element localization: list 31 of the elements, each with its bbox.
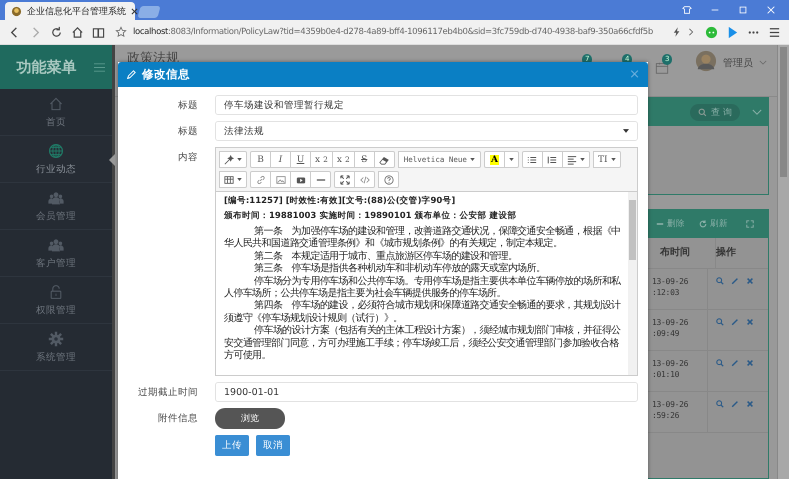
content-heading: [编号:11257] [时效性:有效][文号:(88)公(交管)字90号] <box>224 196 456 207</box>
date-field[interactable]: 1900-01-01 <box>215 382 638 402</box>
title-field[interactable]: 停车场建设和管理暂行规定 <box>215 95 638 115</box>
strikethrough-button[interactable]: S <box>354 151 375 168</box>
dialog-title: 修改信息 <box>142 67 190 82</box>
field-label: 标题 <box>177 98 198 112</box>
field-label: 内容 <box>177 151 198 164</box>
user-name[interactable]: 管理员 <box>723 56 753 70</box>
font-color-button[interactable]: A <box>484 151 505 168</box>
column-header: 操作 <box>716 246 737 260</box>
line-height-dropdown[interactable]: TI <box>592 151 620 168</box>
field-label: 过期截止时间 <box>137 386 198 398</box>
content-heading: 颁布时间：19881003 实施时间：19890101 颁布单位：公安部 建设部 <box>224 211 518 222</box>
content-paragraph: 第三条 停车场是指供各种机动车和非机动车停放的露天或室内场所。 <box>253 263 546 276</box>
browse-button[interactable]: 浏览 <box>215 408 285 429</box>
column-header: 布时间 <box>654 238 716 268</box>
browser-tab[interactable]: 企业信息化平台管理系统 <box>5 2 135 20</box>
cancel-button[interactable]: 取消 <box>256 435 290 456</box>
content-paragraph: 停车场分为专用停车场和公共停车场。专用停车场是指主要供本单位车辆停放的场所和私人停车场所；公共停车场是指主要为社会车辆提供服务的停车场所。 <box>224 276 622 300</box>
bold-button[interactable]: B <box>250 151 271 168</box>
underline-button[interactable]: U <box>290 151 311 168</box>
field-label: 标题 <box>177 124 198 138</box>
italic-button[interactable]: I <box>270 151 291 168</box>
content-paragraph: 第一条 为加强停车场的建设和管理，改善道路交通状况，保障交通安全畅通，根据《中华人民共和国道路交通管理条例》和《城市规划条例》的有关规定，制定本规定。 <box>224 226 622 250</box>
category-select[interactable]: 法律法规 <box>215 121 638 141</box>
content-paragraph: 停车场的设计方案（包括有关的主体工程设计方案），须经城市规划部门审核，并征得公安交通管理部门同意，方可办理施工手续；停车场竣工后，须经公安交通管理部门参加验收合格方可使用。 <box>224 325 622 362</box>
field-label: 附件信息 <box>157 412 198 425</box>
content-paragraph: 第四条 停车场的建设，必须符合城市规划和保障道路交通安全畅通的要求，其规划设计须遵守《停车场规划设计规则（试行）》。 <box>224 300 622 324</box>
upload-button[interactable]: 上传 <box>215 435 249 456</box>
content-paragraph: 第二条 本规定适用于城市、重点旅游区停车场的建设和管理。 <box>253 250 518 262</box>
sidebar-title: 功能菜单 <box>16 58 76 76</box>
